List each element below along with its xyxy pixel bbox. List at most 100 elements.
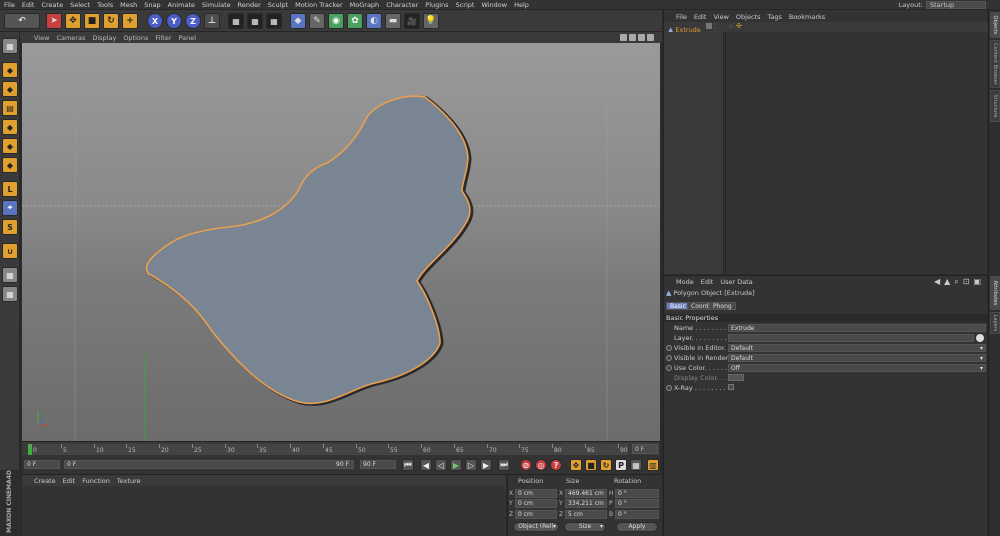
timeline-window-button[interactable]: ▥	[647, 459, 659, 471]
visibility-dots-icon[interactable]: ⁚	[714, 23, 716, 30]
pan-icon[interactable]	[620, 34, 627, 41]
menu-mesh[interactable]: Mesh	[120, 1, 137, 9]
tab-phong[interactable]: Phong	[709, 302, 736, 310]
record-key-button[interactable]: ⊘	[520, 459, 532, 471]
menu-animate[interactable]: Animate	[168, 1, 195, 9]
layer-toggle-icon[interactable]	[706, 23, 712, 29]
menu-character[interactable]: Character	[386, 1, 418, 9]
viewport-menu-options[interactable]: Options	[123, 34, 148, 42]
object-menu-view[interactable]: View	[713, 13, 728, 21]
menu-tools[interactable]: Tools	[97, 1, 113, 9]
z-axis-lock-button[interactable]: Z	[185, 13, 201, 29]
right-tab-content-browser[interactable]: Content Browser	[990, 40, 1000, 88]
menu-snap[interactable]: Snap	[144, 1, 160, 9]
coordinate-mode-select[interactable]: Object (Rel)	[513, 522, 559, 532]
animate-visible-renderer-icon[interactable]	[666, 355, 672, 361]
prev-frame-button[interactable]: ◁	[435, 459, 447, 471]
key-parameter-button[interactable]: P	[615, 459, 627, 471]
recent-tool-button[interactable]: +	[122, 13, 138, 29]
menu-edit[interactable]: Edit	[22, 1, 35, 9]
size-x-field[interactable]: 469.461 cm	[565, 489, 607, 498]
menu-render[interactable]: Render	[238, 1, 261, 9]
menu-select[interactable]: Select	[70, 1, 90, 9]
current-frame-field[interactable]: 0 F	[24, 460, 60, 469]
play-button[interactable]: ▶	[450, 459, 462, 471]
search-icon[interactable]: ⌕	[954, 277, 958, 287]
display-color-swatch[interactable]	[728, 374, 744, 381]
xray-checkbox[interactable]	[728, 384, 734, 390]
render-settings-button[interactable]: ▦	[266, 13, 282, 29]
object-menu-edit[interactable]: Edit	[694, 13, 707, 21]
right-tab-attributes[interactable]: Attributes	[990, 276, 1000, 310]
preview-range-slider[interactable]: 0 F 90 F	[64, 460, 354, 469]
add-light-button[interactable]: 💡	[423, 13, 439, 29]
move-tool-button[interactable]: ✥	[65, 13, 81, 29]
tweak-mode-button[interactable]: ⌖	[2, 200, 18, 216]
object-menu-file[interactable]: File	[676, 13, 687, 21]
key-scale-button[interactable]: ■	[585, 459, 597, 471]
pos-x-field[interactable]: 0 cm	[515, 489, 557, 498]
object-menu-bookmarks[interactable]: Bookmarks	[789, 13, 825, 21]
size-mode-select[interactable]: Size	[564, 522, 606, 532]
attr-menu-edit[interactable]: Edit	[701, 278, 714, 286]
rot-h-field[interactable]: 0 °	[615, 489, 659, 498]
menu-window[interactable]: Window	[481, 1, 507, 9]
pos-z-field[interactable]: 0 cm	[515, 510, 557, 519]
locked-workplane-button[interactable]: ▦	[2, 286, 18, 302]
make-editable-button[interactable]: ▦	[2, 38, 18, 54]
prev-key-button[interactable]: ◀	[420, 459, 432, 471]
layer-pick-icon[interactable]	[976, 334, 984, 342]
add-array-button[interactable]: ✿	[347, 13, 363, 29]
menu-plugins[interactable]: Plugins	[425, 1, 448, 9]
workplane-button[interactable]: ▦	[2, 267, 18, 283]
prop-use-color-select[interactable]: Off	[728, 364, 986, 372]
current-frame-readout[interactable]: 0 F	[632, 444, 658, 454]
max-frame-field[interactable]: 90 F	[360, 460, 396, 469]
rot-b-field[interactable]: 0 °	[615, 510, 659, 519]
animate-xray-icon[interactable]	[666, 385, 672, 391]
coordinate-system-button[interactable]: ⊥	[204, 13, 220, 29]
material-menu-edit[interactable]: Edit	[63, 477, 76, 485]
animate-visible-editor-icon[interactable]	[666, 345, 672, 351]
add-spline-button[interactable]: ✎	[309, 13, 325, 29]
up-arrow-icon[interactable]: ▲	[944, 277, 950, 287]
key-rotation-button[interactable]: ↻	[600, 459, 612, 471]
autokey-button[interactable]: ◎	[535, 459, 547, 471]
next-key-button[interactable]: ▶	[480, 459, 492, 471]
x-axis-lock-button[interactable]: X	[147, 13, 163, 29]
size-z-field[interactable]: 5 cm	[565, 510, 607, 519]
key-pla-button[interactable]: ▦	[630, 459, 642, 471]
live-selection-button[interactable]: ➤	[46, 13, 62, 29]
viewport-menu-display[interactable]: Display	[92, 34, 116, 42]
menu-mograph[interactable]: MoGraph	[350, 1, 380, 9]
size-y-field[interactable]: 334.211 cm	[565, 499, 607, 508]
undo-button[interactable]: ↶	[4, 13, 40, 29]
maximize-icon[interactable]	[647, 34, 654, 41]
rot-p-field[interactable]: 0 °	[615, 499, 659, 508]
extrude-shape[interactable]	[145, 95, 471, 405]
right-tab-objects[interactable]: Objects	[990, 12, 1000, 38]
viewport-menu-cameras[interactable]: Cameras	[56, 34, 85, 42]
rotate-tool-button[interactable]: ↻	[103, 13, 119, 29]
timeline-ruler[interactable]: 0 5 10 15 20 25 30 35 40 45 50 55 60 65 …	[28, 444, 628, 455]
add-scene-button[interactable]: ▬	[385, 13, 401, 29]
prop-name-field[interactable]: Extrude	[728, 324, 986, 332]
prop-visible-editor-select[interactable]: Default	[728, 344, 986, 352]
add-nurbs-button[interactable]: ◉	[328, 13, 344, 29]
material-menu-create[interactable]: Create	[34, 477, 56, 485]
texture-mode-button[interactable]: ◆	[2, 81, 18, 97]
menu-motion-tracker[interactable]: Motion Tracker	[295, 1, 343, 9]
right-tab-layers[interactable]: Layers	[990, 312, 1000, 334]
y-axis-lock-button[interactable]: Y	[166, 13, 182, 29]
render-picture-viewer-button[interactable]: ▦	[247, 13, 263, 29]
add-camera-button[interactable]: 🎥	[404, 13, 420, 29]
viewport-menu-view[interactable]: View	[34, 34, 49, 42]
magnet-button[interactable]: ∪	[2, 243, 18, 259]
keyframe-selection-button[interactable]: ?	[550, 459, 562, 471]
menu-sculpt[interactable]: Sculpt	[268, 1, 288, 9]
next-frame-button[interactable]: ▷	[465, 459, 477, 471]
workplane-mode-button[interactable]: ▤	[2, 100, 18, 116]
viewport-menu-filter[interactable]: Filter	[155, 34, 171, 42]
new-panel-icon[interactable]: ▣	[973, 277, 981, 287]
go-to-start-button[interactable]: ⏮	[402, 459, 414, 471]
